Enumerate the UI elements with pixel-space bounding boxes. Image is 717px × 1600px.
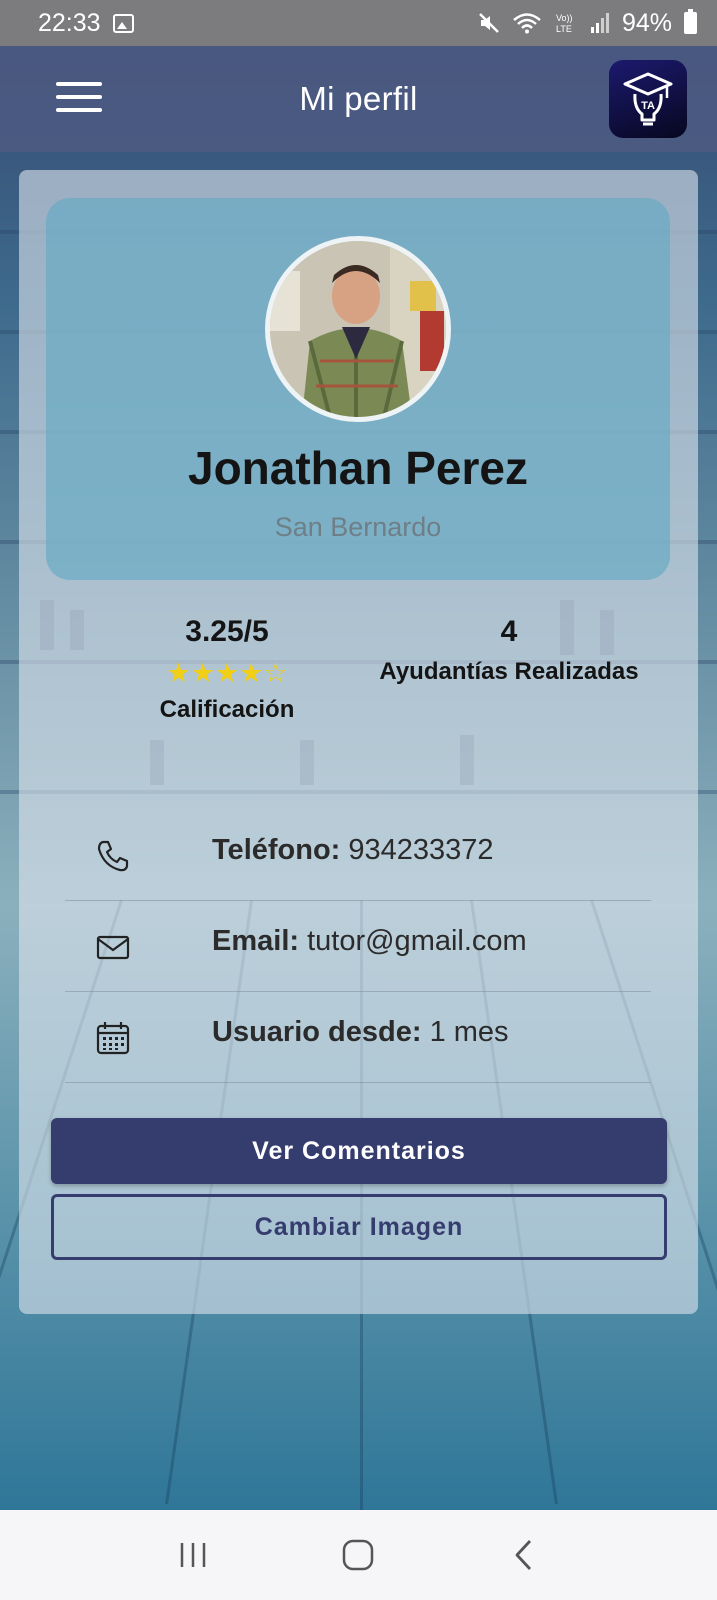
member-since-label: Usuario desde:	[212, 1016, 422, 1048]
app-logo[interactable]: TA	[609, 60, 687, 138]
wifi-icon	[513, 13, 541, 34]
logo-text: TA	[641, 100, 655, 112]
info-row-phone: Teléfono: 934233372	[65, 810, 651, 901]
signal-icon	[590, 13, 609, 33]
avatar-photo	[270, 241, 446, 417]
change-image-button[interactable]: Cambiar Imagen	[51, 1194, 667, 1260]
email-value: tutor@gmail.com	[307, 925, 527, 957]
profile-header: Jonathan Perez San Bernardo	[46, 198, 670, 580]
tutorials-stat: 4 Ayudantías Realizadas	[359, 610, 659, 690]
app-bar: Mi perfil TA	[0, 46, 717, 152]
email-label: Email:	[212, 925, 300, 957]
back-icon[interactable]	[494, 1525, 554, 1585]
svg-text:LTE: LTE	[556, 24, 572, 34]
gallery-icon	[112, 13, 134, 33]
battery-percent: 94%	[621, 8, 672, 37]
svg-text:Vo)): Vo))	[556, 13, 573, 23]
home-icon[interactable]	[328, 1525, 388, 1585]
phone-value: 934233372	[348, 834, 494, 866]
rating-stat: 3.25/5 ★★★★☆ Calificación	[107, 610, 347, 728]
view-comments-button[interactable]: Ver Comentarios	[51, 1118, 667, 1184]
info-row-email: Email: tutor@gmail.com	[65, 901, 651, 992]
page-title: Mi perfil	[299, 80, 418, 117]
phone-icon	[97, 840, 129, 872]
graduation-bulb-icon: TA	[623, 72, 673, 126]
member-since-text: Usuario desde: 1 mes	[212, 1016, 509, 1049]
recent-apps-icon[interactable]	[163, 1525, 223, 1585]
email-text: Email: tutor@gmail.com	[212, 925, 527, 958]
info-row-member-since: Usuario desde: 1 mes	[65, 992, 651, 1083]
volte-icon: Vo)) LTE	[556, 13, 573, 34]
mail-icon	[96, 935, 130, 960]
system-nav-bar	[0, 1510, 717, 1600]
phone-text: Teléfono: 934233372	[212, 834, 494, 867]
contact-info-list: Teléfono: 934233372 Email: tutor@gmail.c…	[65, 810, 651, 1083]
calendar-icon	[96, 1022, 130, 1055]
profile-card: Jonathan Perez San Bernardo 3.25/5 ★★★★☆…	[19, 170, 698, 1314]
tutorials-count: 4	[500, 615, 518, 648]
rating-label: Calificación	[159, 696, 295, 723]
user-name: Jonathan Perez	[188, 442, 528, 494]
rating-value: 3.25/5	[185, 615, 269, 648]
rating-stars: ★★★★☆	[166, 658, 288, 688]
phone-label: Teléfono:	[212, 834, 341, 866]
avatar[interactable]	[265, 236, 451, 422]
tutorials-label: Ayudantías Realizadas	[379, 658, 639, 685]
mute-icon	[479, 13, 499, 33]
user-location: San Bernardo	[274, 512, 442, 542]
member-since-value: 1 mes	[429, 1016, 509, 1048]
hamburger-menu-icon[interactable]	[56, 82, 102, 112]
status-time: 22:33	[38, 8, 101, 37]
status-bar: 22:33 Vo)) LTE 94%	[0, 0, 717, 46]
stats-section: 3.25/5 ★★★★☆ Calificación 4 Ayudantías R…	[19, 610, 698, 760]
battery-icon	[684, 9, 697, 34]
